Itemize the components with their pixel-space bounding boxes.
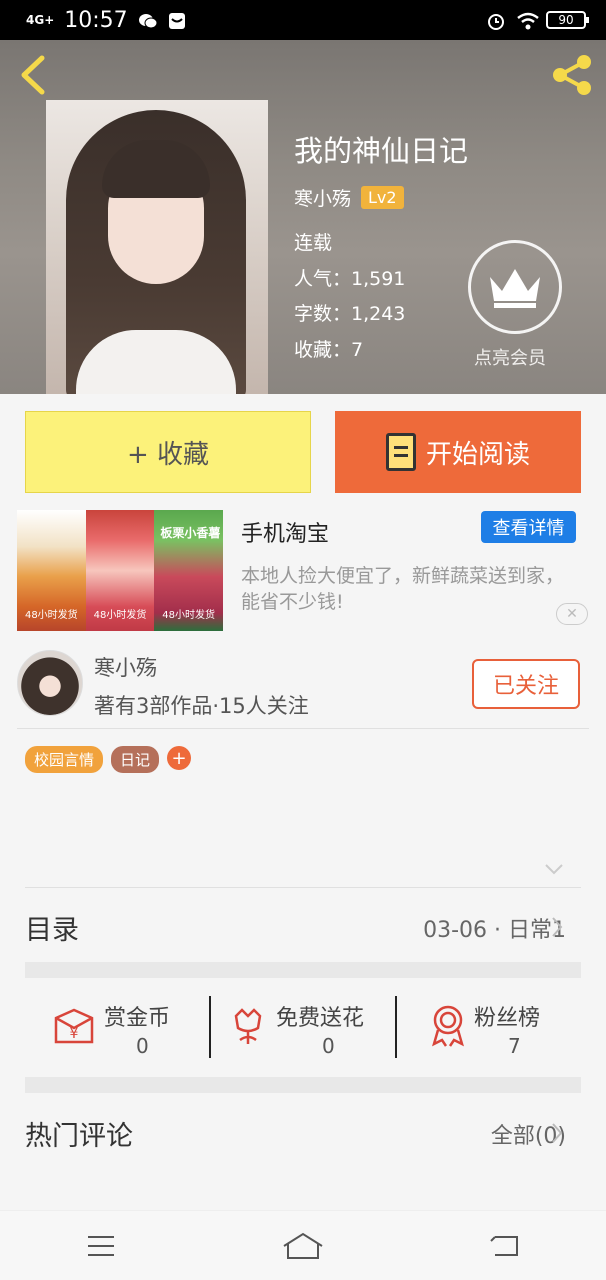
free-flower-value: 0 — [322, 1034, 335, 1058]
battery-indicator: 90 — [546, 11, 589, 29]
ad-image-3: 板栗小香薯 48小时发货 — [154, 510, 224, 631]
crown-icon — [490, 269, 540, 308]
popularity-stat: 人气：1,591 — [294, 268, 406, 290]
book-header: 我的神仙日记 寒小殇 Lv2 连载 人气：1,591 字数：1,243 收藏：7… — [0, 40, 606, 394]
free-flower-label: 免费送花 — [276, 1006, 365, 1031]
add-tag-button[interactable]: + — [167, 746, 192, 770]
hot-comments-label: 热门评论 — [25, 1121, 133, 1152]
divider — [25, 887, 581, 888]
system-nav-bar — [0, 1210, 606, 1280]
divider — [17, 728, 589, 729]
back-button[interactable] — [14, 52, 54, 98]
fan-ranking-value: 7 — [508, 1034, 521, 1058]
chevron-right-icon — [552, 917, 563, 937]
ad-image-2: 48小时发货 — [85, 510, 155, 631]
ad-description[interactable]: 本地人捡大便宜了，新鲜蔬菜送到家，能省不少钱! — [241, 563, 581, 615]
start-reading-label: 开始阅读 — [425, 439, 530, 470]
menu-button[interactable] — [71, 1226, 131, 1266]
ad-image-tag: 48小时发货 — [24, 610, 78, 621]
message-icon — [168, 11, 188, 29]
ad-detail-button[interactable]: 查看详情 — [481, 511, 576, 543]
status-time: 10:57 — [64, 7, 128, 33]
chevron-down-icon[interactable] — [544, 862, 564, 876]
menu-icon — [88, 1235, 114, 1256]
alarm-icon — [486, 11, 506, 30]
status-bar: 4G+ 10:57 90 — [0, 0, 606, 40]
ad-title[interactable]: 手机淘宝 — [241, 516, 329, 548]
author-avatar[interactable] — [17, 650, 83, 716]
follow-button[interactable]: 已关注 — [472, 659, 580, 709]
ad-image-1: 48小时发货 — [17, 510, 86, 631]
book-icon — [385, 433, 416, 471]
network-indicator: 4G+ — [26, 13, 55, 27]
fan-ranking-label: 粉丝榜 — [474, 1006, 541, 1031]
home-icon — [283, 1232, 323, 1259]
author-card-name[interactable]: 寒小殇 — [94, 652, 157, 682]
divider — [209, 996, 211, 1058]
ad-image-tag: 48小时发货 — [93, 610, 147, 621]
return-icon — [490, 1235, 518, 1256]
book-title: 我的神仙日记 — [294, 134, 469, 168]
tag-campus-romance[interactable]: 校园言情 — [25, 746, 104, 773]
back-nav-button[interactable] — [475, 1226, 535, 1266]
section-separator — [25, 962, 581, 978]
author-name[interactable]: 寒小殇 — [294, 184, 351, 211]
word-count-stat: 字数：1,243 — [294, 303, 406, 325]
divider — [395, 996, 397, 1058]
red-envelope-icon: ¥ — [54, 1008, 94, 1044]
section-separator — [25, 1077, 581, 1093]
ad-image-header: 板栗小香薯 — [160, 526, 221, 540]
tag-diary[interactable]: 日记 — [111, 746, 160, 773]
reward-coins-value: 0 — [136, 1034, 149, 1058]
ad-close-button[interactable]: ✕ — [556, 603, 588, 625]
add-favorite-label: + 收藏 — [126, 439, 210, 470]
home-button[interactable] — [273, 1226, 333, 1266]
wifi-icon — [516, 11, 539, 30]
back-arrow-icon — [21, 55, 45, 95]
share-button[interactable] — [548, 52, 596, 98]
book-cover-image[interactable] — [46, 100, 268, 394]
medal-icon — [432, 1005, 464, 1047]
add-favorite-button[interactable]: + 收藏 — [25, 411, 311, 493]
ad-image-tag: 48小时发货 — [162, 610, 216, 621]
reward-coins-item[interactable]: ¥ 赏金币 0 — [50, 998, 220, 1062]
fan-ranking-item[interactable]: 粉丝榜 7 — [424, 998, 594, 1062]
favorites-stat: 收藏：7 — [294, 339, 364, 361]
ad-image-strip[interactable]: 48小时发货 48小时发货 板栗小香薯 48小时发货 — [17, 510, 224, 631]
reward-coins-label: 赏金币 — [104, 1006, 171, 1031]
share-icon — [553, 55, 591, 95]
toc-latest-chapter[interactable]: 03-06 · 日常1 — [423, 912, 566, 944]
chevron-right-icon — [552, 1123, 563, 1143]
book-status: 连载 — [294, 232, 333, 254]
svg-text:¥: ¥ — [70, 1026, 79, 1042]
free-flower-item[interactable]: 免费送花 0 — [226, 998, 396, 1062]
toc-label[interactable]: 目录 — [25, 908, 79, 947]
wechat-icon — [138, 11, 158, 29]
vip-button[interactable] — [468, 240, 562, 334]
level-badge: Lv2 — [361, 186, 404, 209]
start-reading-button[interactable]: 开始阅读 — [335, 411, 581, 493]
author-card-stats: 著有3部作品·15人关注 — [94, 694, 309, 718]
tag-list: 校园言情 日记 + — [25, 746, 192, 773]
vip-label: 点亮会员 — [474, 348, 546, 369]
flower-icon — [234, 1008, 262, 1044]
author-row: 寒小殇 Lv2 — [294, 184, 404, 211]
